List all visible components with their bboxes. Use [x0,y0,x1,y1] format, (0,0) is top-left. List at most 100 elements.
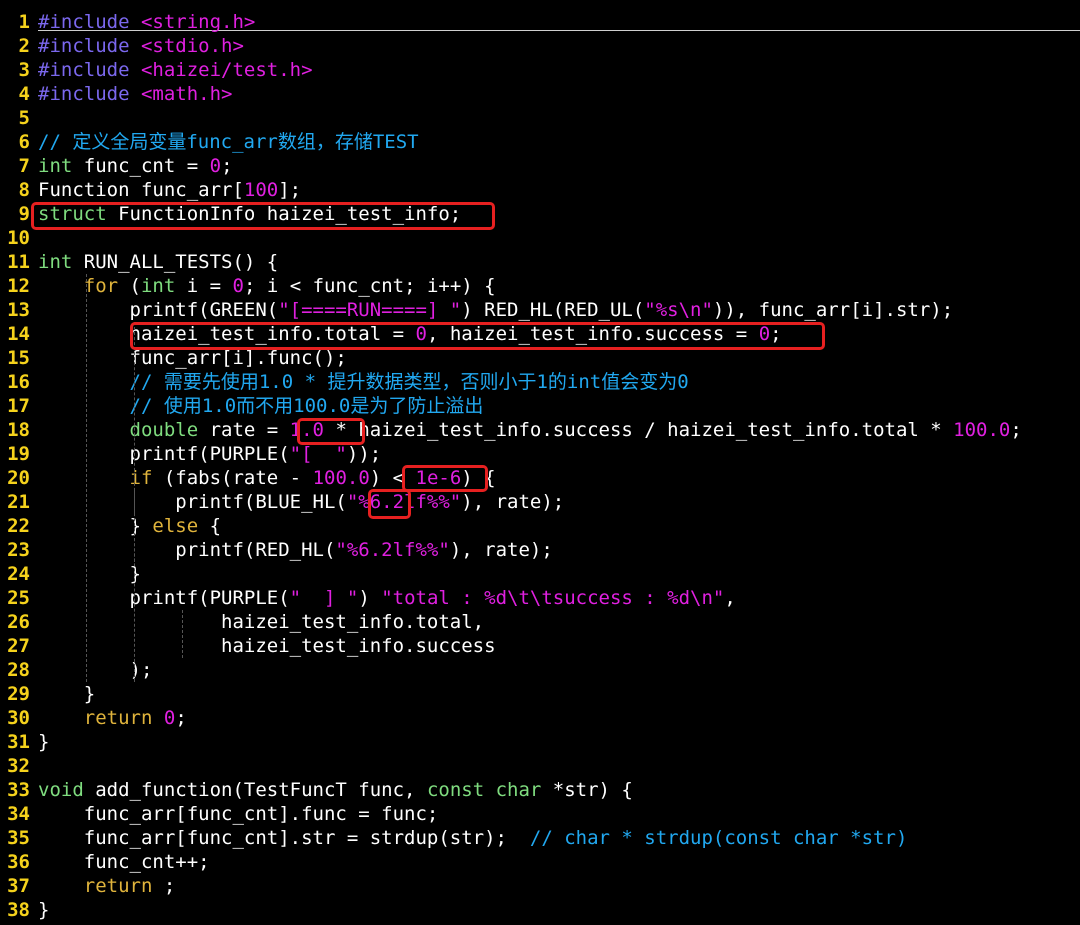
line-code[interactable]: void add_function(TestFuncT func, const … [38,778,633,802]
line-number: 22 [7,515,30,537]
line-code[interactable]: #include <math.h> [38,82,232,106]
line-code[interactable]: #include <haizei/test.h> [38,58,313,82]
code-token: <stdio.h> [140,35,244,57]
code-token: )); [346,443,382,465]
line-number: 36 [7,851,30,873]
line-number: 28 [7,659,30,681]
line-code[interactable]: haizei_test_info.total, [38,610,484,634]
line-code[interactable]: int RUN_ALL_TESTS() { [38,250,278,274]
code-token: <math.h> [140,83,233,105]
line-code[interactable]: func_cnt++; [38,850,210,874]
line-number: 12 [7,275,30,297]
line-code[interactable]: // 需要先使用1.0 * 提升数据类型，否则小于1的int值会变为0 [38,370,689,394]
code-token: <string.h> [140,11,256,33]
line-number: 16 [7,371,30,393]
code-token: * haizei_test_info.success / haizei_test… [324,419,954,441]
code-token: rate = [198,419,290,441]
code-token: RUN_ALL_TESTS() { [72,251,279,273]
line-number: 2 [18,35,30,57]
code-token: " ] " [289,587,359,609]
line-code[interactable]: } [38,562,141,586]
code-token: void [38,779,84,801]
line-code[interactable]: return 0; [38,706,187,730]
code-token: for [83,275,119,297]
code-token: haizei_test_info.total, [38,611,485,633]
code-token: func_cnt++; [38,851,210,873]
code-token: #include [38,59,141,81]
highlight-box-format-width [368,489,411,519]
line-number: 11 [7,251,30,273]
highlight-box-struct-decl [31,202,495,230]
line-code[interactable]: return ; [38,874,176,898]
indent-guide [134,538,135,562]
line-number: 26 [7,611,30,633]
line-number: 5 [18,107,30,129]
line-code[interactable]: printf(PURPLE("[ ")); [38,442,382,466]
code-token: ); [38,659,153,681]
code-token: 100.0 [953,419,1011,441]
code-token: haizei_test_info.success [38,635,496,657]
line-code[interactable]: Function func_arr[100]; [38,178,301,202]
code-token: #include [38,83,141,105]
line-code[interactable]: printf(GREEN("[====RUN====] ") RED_HL(RE… [38,298,954,322]
line-code[interactable]: #include <string.h> [38,10,255,34]
line-number: 20 [7,467,30,489]
line-code[interactable]: int func_cnt = 0; [38,154,233,178]
line-number: 38 [7,899,30,921]
line-number: 23 [7,539,30,561]
line-number: 18 [7,419,30,441]
line-code[interactable]: } [38,682,95,706]
code-token: const [426,779,485,801]
line-code[interactable]: haizei_test_info.success [38,634,496,658]
line-number: 13 [7,299,30,321]
code-token: ), rate); [461,491,565,513]
code-token: ]; [278,179,302,201]
line-code[interactable]: printf(BLUE_HL("%6.2lf%%"), rate); [38,490,564,514]
code-token: return [83,707,153,729]
line-code[interactable]: ); [38,658,153,682]
line-code[interactable]: printf(PURPLE(" ] ") "total : %d\t\tsucc… [38,586,736,610]
line-code[interactable]: } [38,730,49,754]
line-code[interactable]: } else { [38,514,222,538]
code-token: ) [358,587,382,609]
line-number: 3 [18,59,30,81]
code-token: 0 [209,155,222,177]
line-number: 7 [18,155,30,177]
code-token: "%s\n" [644,299,713,321]
code-token: double [129,419,199,441]
code-token: #include [38,11,141,33]
line-code[interactable]: for (int i = 0; i < func_cnt; i++) { [38,274,496,298]
code-token: ; [152,875,176,897]
line-code[interactable]: // 定义全局变量func_arr数组，存储TEST [38,130,419,154]
indent-guide [134,490,135,514]
line-code[interactable]: printf(RED_HL("%6.2lf%%"), rate); [38,538,553,562]
line-code[interactable]: func_arr[func_cnt].str = strdup(str); //… [38,826,908,850]
code-editor[interactable]: 1 #include <string.h> 2 #include <stdio.h> 3… [0,0,1080,925]
line-number: 6 [18,131,30,153]
line-code[interactable]: double rate = 1.0 * haizei_test_info.suc… [38,418,1022,442]
line-number: 27 [7,635,30,657]
code-token: "[====RUN====] " [278,299,462,321]
code-token: )), func_arr[i].str); [712,299,954,321]
code-token: #include [38,35,141,57]
code-token: ; [175,707,187,729]
code-token: func_arr[i].func(); [38,347,347,369]
code-token: func_arr[func_cnt].func = func; [38,803,439,825]
code-token: int [140,275,176,297]
code-token: ; [1010,419,1022,441]
code-token: else [152,515,199,537]
line-code[interactable]: } [38,898,49,922]
code-token: , [724,587,736,609]
line-code[interactable]: #include <stdio.h> [38,34,244,58]
line-number: 17 [7,395,30,417]
code-token: func_arr[func_cnt].str = strdup(str); [38,827,530,849]
code-token: // 定义全局变量func_arr数组，存储TEST [38,131,419,153]
indent-guide [182,610,183,658]
line-code[interactable]: func_arr[func_cnt].func = func; [38,802,439,826]
code-token: char [495,779,542,801]
line-code[interactable]: // 使用1.0而不用100.0是为了防止溢出 [38,394,484,418]
